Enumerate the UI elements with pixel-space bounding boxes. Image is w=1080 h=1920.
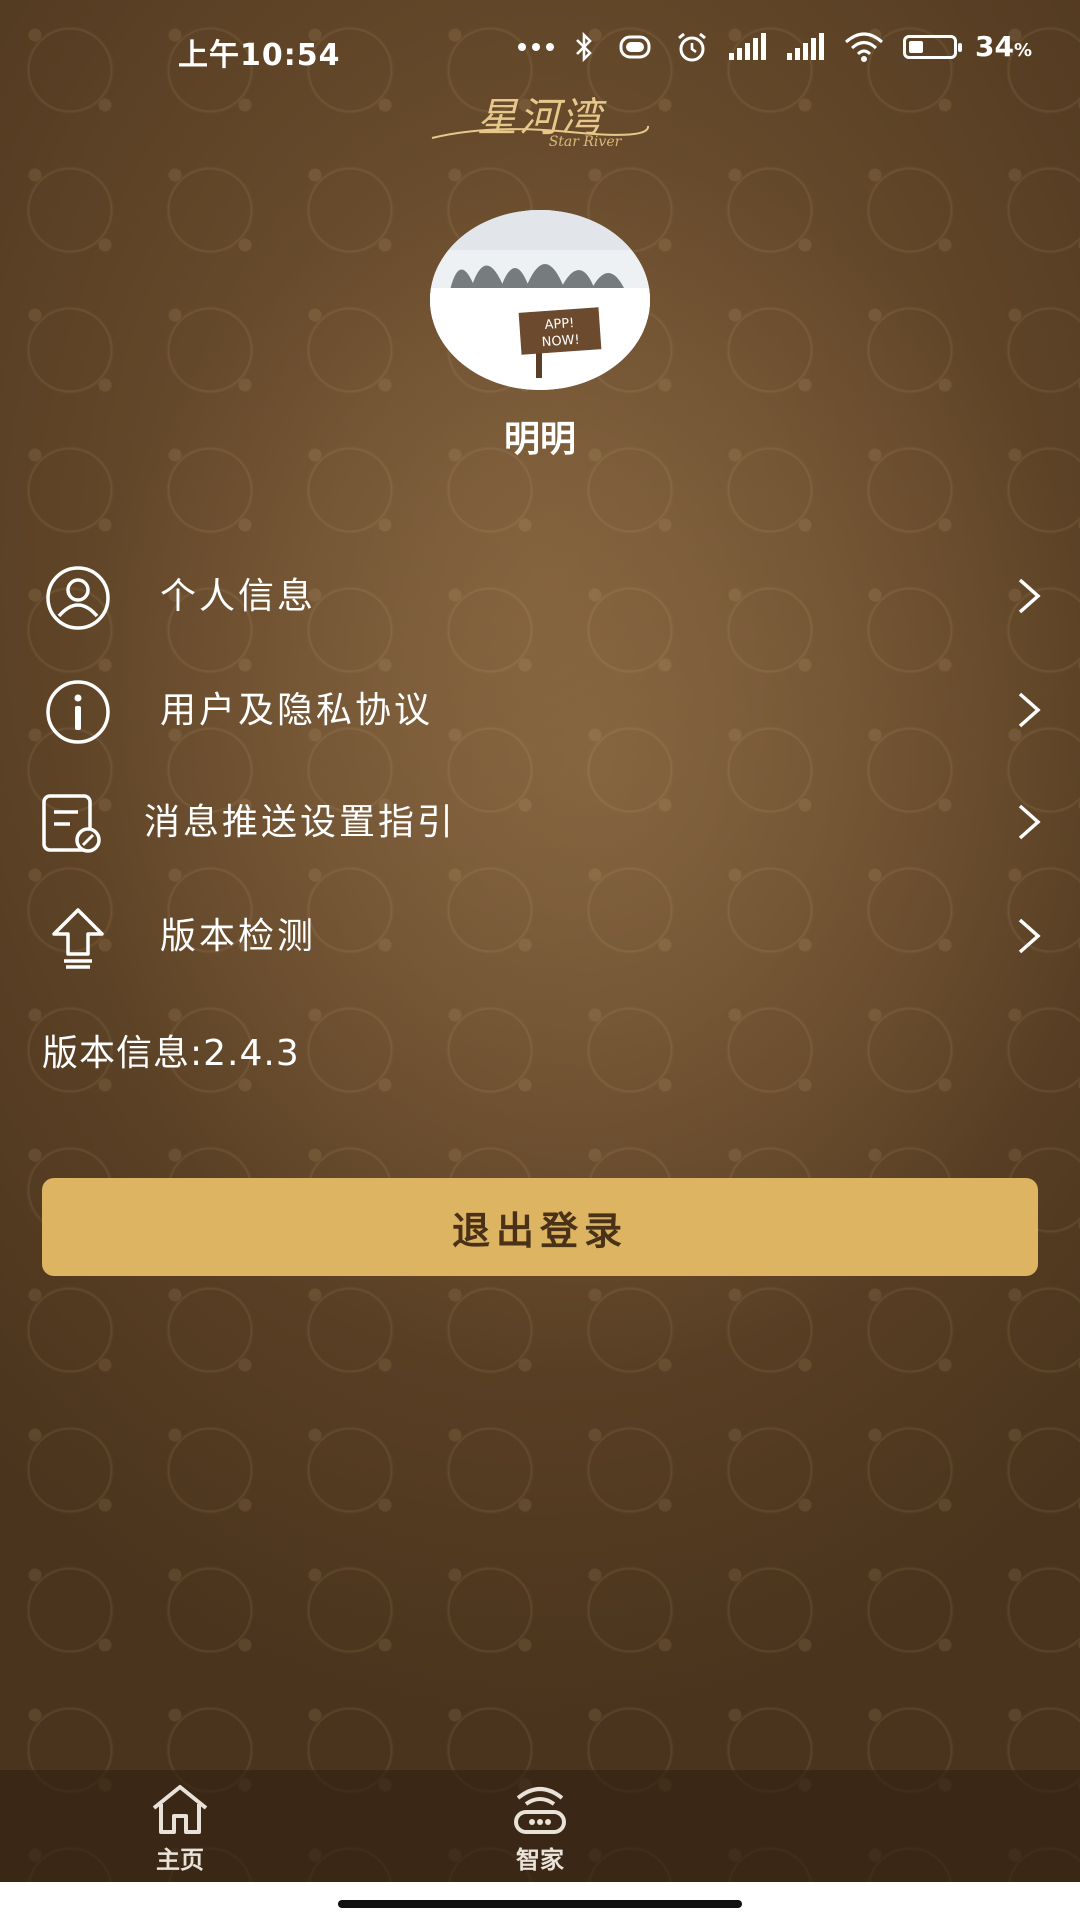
menu-label: 版本检测 — [160, 916, 317, 957]
chevron-right-icon — [1018, 692, 1041, 728]
menu-item-privacy-agreement[interactable]: 用户及隐私协议 — [0, 660, 1080, 760]
bluetooth-icon — [573, 31, 595, 62]
avatar-image: APP! NOW! — [430, 210, 650, 390]
chevron-right-icon — [1018, 918, 1041, 954]
menu-item-push-settings-guide[interactable]: 消息推送设置指引 — [0, 772, 1080, 872]
logout-button[interactable]: 退出登录 — [42, 1178, 1038, 1276]
home-icon — [152, 1785, 208, 1834]
chevron-right-icon — [1018, 804, 1041, 840]
signal-icon — [785, 32, 825, 61]
status-time: 上午10:54 — [178, 38, 341, 73]
home-indicator[interactable] — [338, 1900, 742, 1908]
version-info: 版本信息:2.4.3 — [42, 1033, 300, 1074]
battery-icon — [902, 34, 962, 59]
menu-label: 用户及隐私协议 — [160, 690, 434, 731]
document-settings-icon — [42, 794, 101, 853]
bottom-nav: 主页 智家 — [0, 1770, 1080, 1882]
chevron-right-icon — [1018, 578, 1041, 614]
upload-arrow-icon — [52, 908, 104, 969]
brand-logo: 星河湾 Star River — [430, 96, 650, 152]
nav-label: 主页 — [156, 1846, 204, 1874]
wifi-icon — [843, 32, 885, 62]
status-icons: 34% — [517, 30, 1032, 63]
nav-label: 智家 — [516, 1846, 564, 1874]
menu-label: 消息推送设置指引 — [144, 802, 457, 843]
signal-icon — [727, 32, 767, 61]
status-bar: 上午10:54 34% — [0, 0, 1080, 100]
menu-item-personal-info[interactable]: 个人信息 — [0, 546, 1080, 646]
username: 明明 — [503, 419, 576, 460]
avatar[interactable]: APP! NOW! — [430, 210, 650, 390]
battery-percent: 34% — [974, 30, 1032, 63]
user-icon — [46, 566, 110, 630]
menu-item-version-check[interactable]: 版本检测 — [0, 886, 1080, 986]
svg-text:NOW!: NOW! — [541, 333, 580, 351]
alarm-icon — [675, 31, 709, 63]
svg-text:APP!: APP! — [544, 316, 575, 333]
system-nav-bar — [0, 1882, 1080, 1920]
info-icon — [46, 680, 110, 744]
nav-item-home[interactable]: 主页 — [100, 1782, 260, 1875]
nav-item-smart-home[interactable]: 智家 — [460, 1782, 620, 1875]
more-dots-icon — [517, 42, 555, 52]
vibrate-icon — [613, 33, 657, 61]
logo-swoosh — [431, 125, 649, 139]
menu-label: 个人信息 — [160, 576, 317, 617]
router-icon — [514, 1787, 566, 1834]
